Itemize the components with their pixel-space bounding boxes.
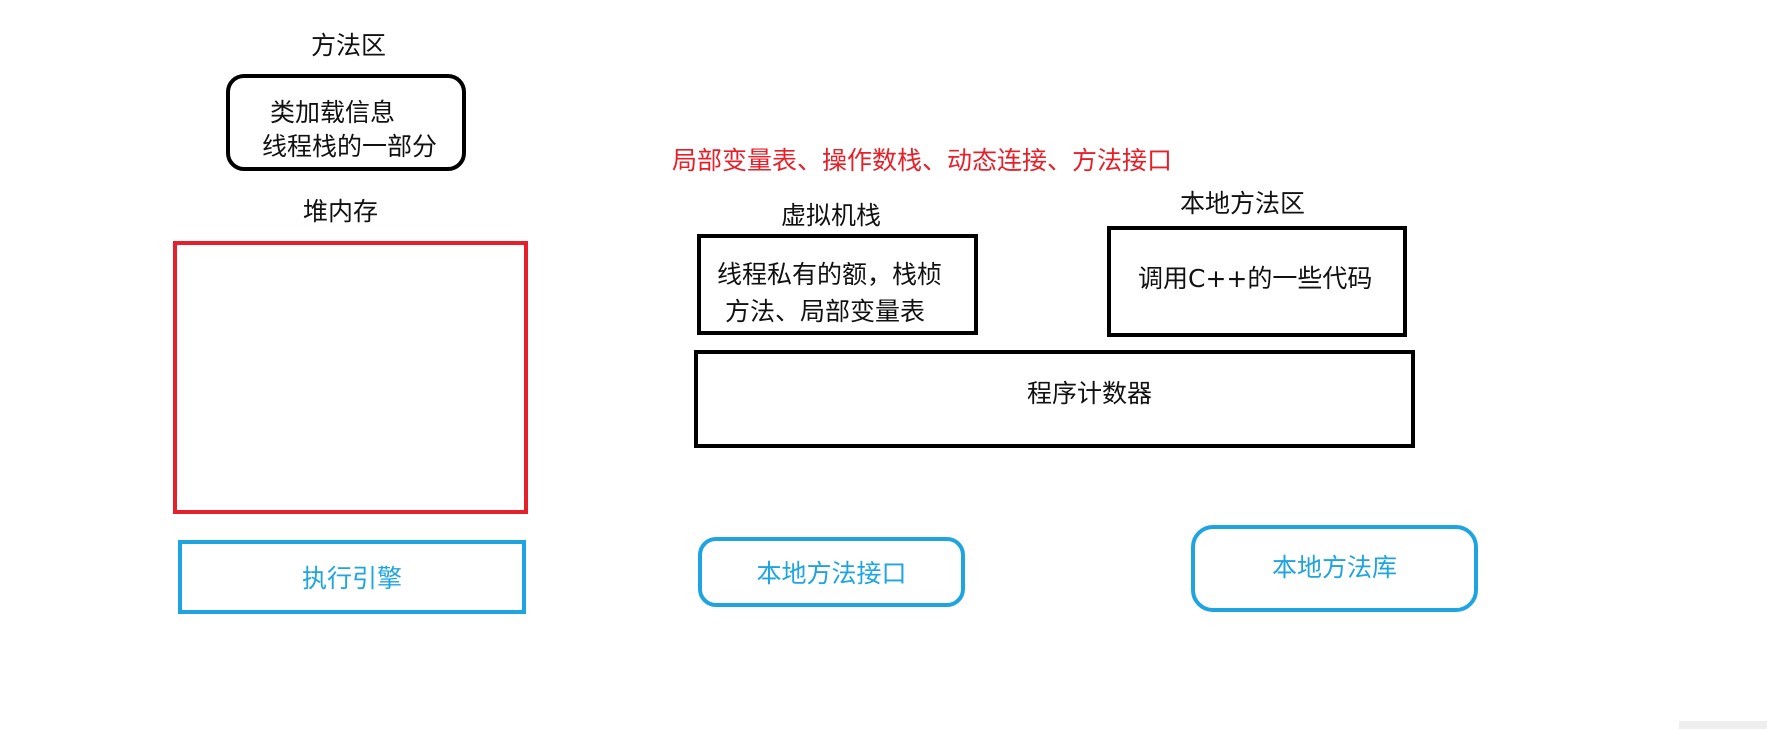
native-library-label: 本地方法库 xyxy=(1271,552,1397,582)
heap-title: 堆内存 xyxy=(303,197,379,226)
method-area-line1: 类加载信息 xyxy=(270,98,396,127)
execution-engine-box: 执行引擎 xyxy=(178,540,526,614)
method-area-title: 方法区 xyxy=(311,31,387,60)
corner-shade xyxy=(1679,721,1767,729)
method-area-line2: 线程栈的一部分 xyxy=(262,132,438,161)
program-counter-box: 程序计数器 xyxy=(694,350,1415,448)
method-area-box: 类加载信息 线程栈的一部分 xyxy=(226,74,466,171)
native-interface-box: 本地方法接口 xyxy=(698,537,965,607)
vm-stack-box: 线程私有的额，栈桢 方法、局部变量表 xyxy=(697,234,978,335)
stack-frame-note: 局部变量表、操作数栈、动态连接、方法接口 xyxy=(672,146,1173,175)
vm-stack-line2: 方法、局部变量表 xyxy=(725,297,926,326)
vm-stack-line1: 线程私有的额，栈桢 xyxy=(717,260,943,289)
heap-box xyxy=(173,241,528,514)
native-method-area-title: 本地方法区 xyxy=(1180,189,1306,218)
native-library-box: 本地方法库 xyxy=(1191,525,1478,612)
vm-stack-title: 虚拟机栈 xyxy=(781,201,882,230)
native-method-area-text: 调用C++的一些代码 xyxy=(1138,264,1373,293)
program-counter-label: 程序计数器 xyxy=(1026,379,1152,408)
execution-engine-label: 执行引擎 xyxy=(301,564,402,593)
native-interface-label: 本地方法接口 xyxy=(756,559,907,588)
native-method-area-box: 调用C++的一些代码 xyxy=(1107,226,1407,337)
